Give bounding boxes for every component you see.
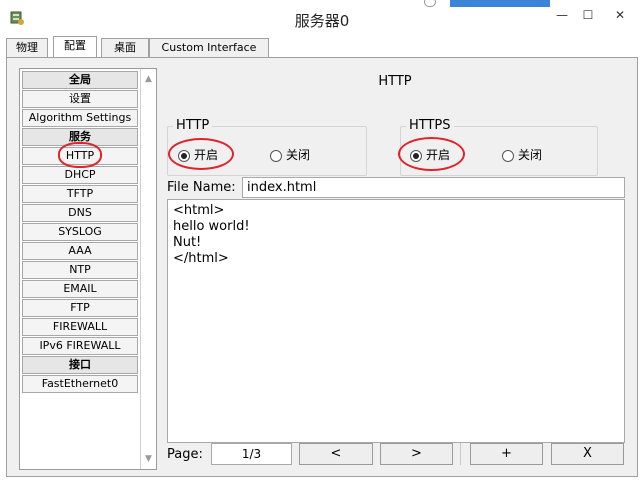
sidebar-item-dhcp[interactable]: DHCP bbox=[22, 166, 138, 184]
sidebar-item-tftp[interactable]: TFTP bbox=[22, 185, 138, 203]
sidebar: 全局 设置 Algorithm Settings 服务 HTTP DHCP TF… bbox=[19, 68, 157, 470]
minimize-button[interactable]: — bbox=[552, 6, 572, 26]
service-title: HTTP bbox=[378, 74, 412, 89]
editor-line: Nut! bbox=[173, 235, 202, 250]
next-page-button[interactable]: > bbox=[380, 443, 453, 465]
scroll-up-icon[interactable]: ▲ bbox=[141, 71, 156, 87]
file-name-input[interactable]: index.html bbox=[242, 177, 625, 198]
editor-line: <html> bbox=[173, 203, 225, 218]
page-label: Page: bbox=[167, 447, 203, 462]
editor-line: </html> bbox=[173, 251, 229, 266]
https-off-label: 关闭 bbox=[518, 148, 543, 162]
editor-line: hello world! bbox=[173, 219, 250, 234]
sidebar-item-settings[interactable]: 设置 bbox=[22, 90, 138, 108]
red-annotation-circle bbox=[58, 142, 102, 168]
add-page-button[interactable]: + bbox=[470, 443, 543, 465]
http-off-label: 关闭 bbox=[286, 148, 311, 162]
sidebar-item-algorithm-settings[interactable]: Algorithm Settings bbox=[22, 109, 138, 127]
window-title: 服务器0 bbox=[294, 12, 350, 30]
sidebar-item-dns[interactable]: DNS bbox=[22, 204, 138, 222]
background-window-fragment bbox=[420, 0, 550, 8]
sidebar-item-ntp[interactable]: NTP bbox=[22, 261, 138, 279]
sidebar-item-syslog[interactable]: SYSLOG bbox=[22, 223, 138, 241]
red-annotation-circle bbox=[168, 138, 234, 170]
tab-config[interactable]: 配置 bbox=[53, 36, 97, 58]
sidebar-item-fastethernet0[interactable]: FastEthernet0 bbox=[22, 375, 138, 393]
radio-unselected-icon[interactable] bbox=[502, 149, 514, 162]
page-indicator: 1/3 bbox=[211, 443, 292, 465]
delete-page-button[interactable]: X bbox=[551, 443, 624, 465]
https-legend: HTTPS bbox=[406, 118, 454, 133]
maximize-button[interactable]: ☐ bbox=[578, 6, 598, 26]
http-legend: HTTP bbox=[173, 118, 213, 133]
tab-custom-interface[interactable]: Custom Interface bbox=[149, 38, 269, 58]
radio-unselected-icon[interactable] bbox=[270, 149, 282, 162]
tab-physical[interactable]: 物理 bbox=[6, 38, 48, 58]
file-name-label: File Name: bbox=[167, 180, 236, 195]
scroll-down-icon[interactable]: ▼ bbox=[141, 451, 156, 467]
sidebar-item-firewall[interactable]: FIREWALL bbox=[22, 318, 138, 336]
previous-page-button[interactable]: < bbox=[299, 443, 373, 465]
sidebar-item-ftp[interactable]: FTP bbox=[22, 299, 138, 317]
sidebar-scrollbar[interactable]: ▲ ▼ bbox=[140, 69, 156, 469]
sidebar-item-aaa[interactable]: AAA bbox=[22, 242, 138, 260]
sidebar-item-email[interactable]: EMAIL bbox=[22, 280, 138, 298]
html-editor[interactable]: <html> hello world! Nut! </html> bbox=[167, 199, 625, 443]
http-off-radio[interactable]: 关闭 bbox=[270, 146, 310, 164]
https-off-radio[interactable]: 关闭 bbox=[502, 146, 542, 164]
close-button[interactable]: ✕ bbox=[602, 6, 638, 26]
sidebar-list: 全局 设置 Algorithm Settings 服务 HTTP DHCP TF… bbox=[22, 71, 138, 394]
tab-desktop[interactable]: 桌面 bbox=[101, 38, 149, 58]
sidebar-section-interfaces[interactable]: 接口 bbox=[22, 356, 138, 374]
button-divider bbox=[460, 443, 461, 465]
sidebar-item-ipv6-firewall[interactable]: IPv6 FIREWALL bbox=[22, 337, 138, 355]
sidebar-section-global[interactable]: 全局 bbox=[22, 71, 138, 89]
title-bar: 服务器0 — ☐ ✕ bbox=[0, 0, 644, 36]
red-annotation-circle bbox=[398, 137, 465, 171]
